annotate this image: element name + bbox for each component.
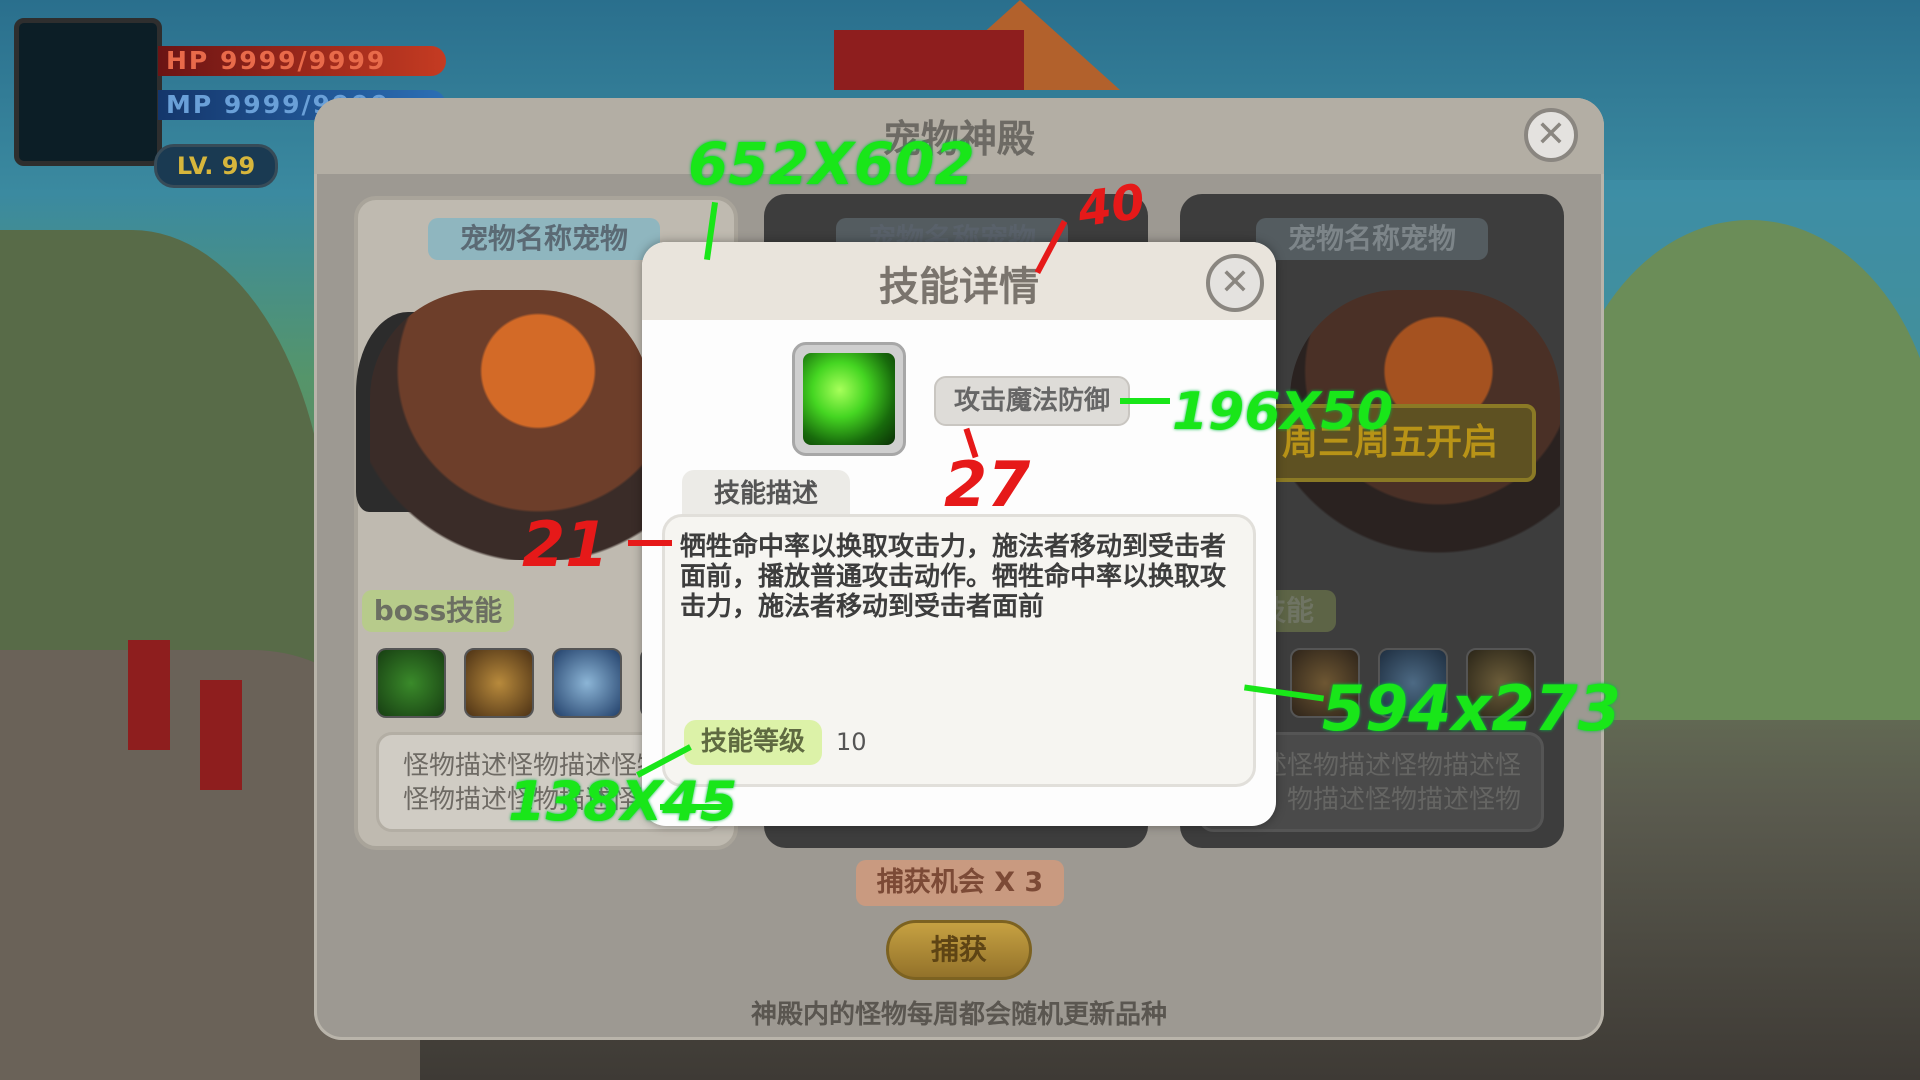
background-flag — [200, 680, 242, 790]
background-hill — [1560, 220, 1920, 720]
panel-close-button[interactable]: ✕ — [1524, 108, 1578, 162]
boss-skills-label: boss技能 — [362, 590, 514, 632]
capture-button[interactable]: 捕获 — [886, 920, 1032, 980]
close-icon: ✕ — [1219, 262, 1251, 303]
pet-name-tag: 宠物名称宠物 — [1256, 218, 1488, 260]
skill-level-value: 10 — [836, 728, 867, 756]
skill-whirlwind-icon — [792, 342, 906, 456]
annotation-modal-size: 652X602 — [688, 130, 975, 198]
shield-icon[interactable] — [552, 648, 622, 718]
skill-icon-art — [803, 353, 895, 445]
pet-name-tag: 宠物名称宠物 — [428, 218, 660, 260]
annotation-desc-gap: 21 — [522, 508, 609, 581]
close-icon: ✕ — [1535, 114, 1567, 155]
skill-level-label: 技能等级 — [684, 720, 822, 765]
annotation-tag-gap: 27 — [944, 448, 1031, 521]
level-badge: LV. 99 — [154, 144, 278, 188]
annotation-level-tag-size: 138X45 — [508, 770, 738, 833]
description-tab[interactable]: 技能描述 — [682, 470, 850, 516]
annotation-line — [628, 540, 672, 546]
player-portrait[interactable] — [14, 18, 162, 166]
annotation-desc-box-size: 594x273 — [1322, 672, 1621, 745]
capture-chance-badge: 捕获机会 X 3 — [856, 860, 1064, 906]
skill-description-text: 牺牲命中率以换取攻击力，施法者移动到受击者面前，播放普通攻击动作。牺牲命中率以换… — [680, 532, 1227, 622]
annotation-line — [1120, 398, 1170, 404]
annotation-line — [660, 804, 728, 810]
modal-close-button[interactable]: ✕ — [1206, 254, 1264, 312]
skill-type-tag: 攻击魔法防御 — [934, 376, 1130, 426]
annotation-header-height: 40 — [1074, 173, 1149, 239]
annotation-tag-size: 196X50 — [1172, 382, 1393, 442]
background-flag — [834, 30, 1024, 90]
modal-title: 技能详情 — [879, 264, 1039, 310]
heal-icon[interactable] — [376, 648, 446, 718]
fist-icon[interactable] — [464, 648, 534, 718]
background-flag — [128, 640, 170, 750]
footer-note: 神殿内的怪物每周都会随机更新品种 — [750, 1000, 1167, 1030]
hp-bar: HP 9999/9999 — [158, 46, 446, 76]
